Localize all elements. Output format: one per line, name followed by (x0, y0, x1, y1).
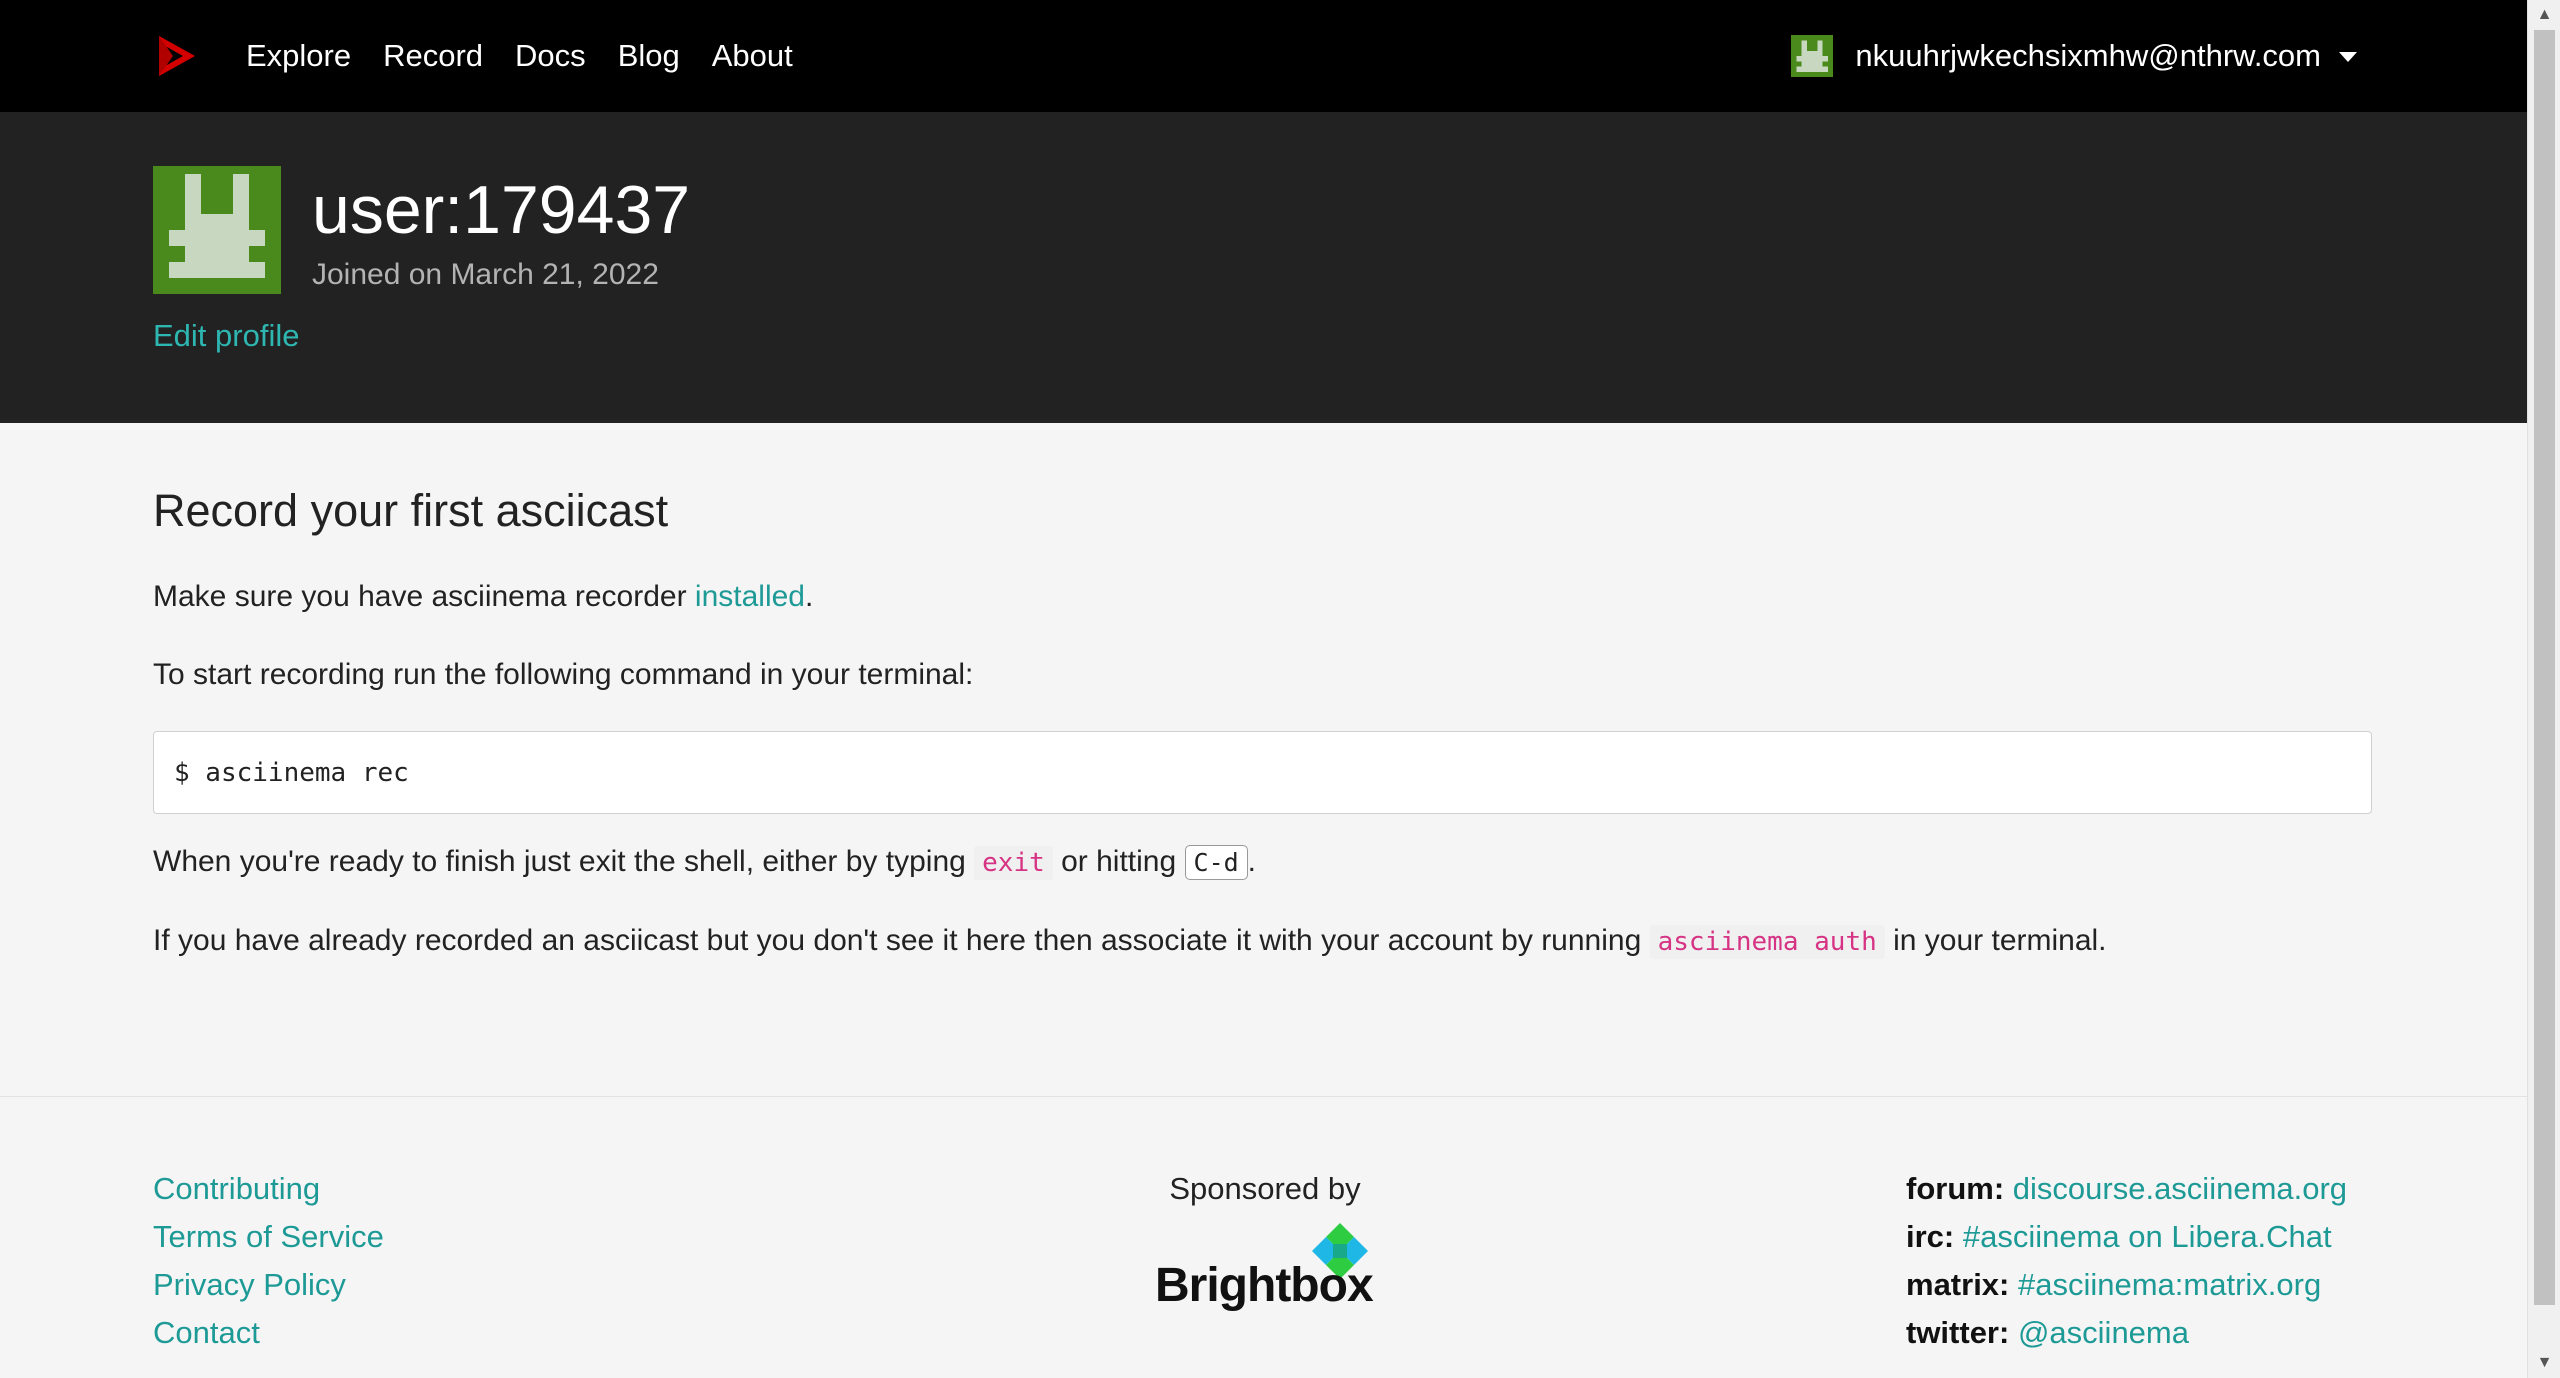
record-instructions: To start recording run the following com… (153, 658, 974, 691)
sponsored-by-label: Sponsored by (1169, 1171, 1361, 1206)
community-twitter-label: twitter: (1906, 1315, 2010, 1350)
auth-text: If you have already recorded an asciicas… (153, 924, 1650, 957)
auth-paragraph: If you have already recorded an asciicas… (153, 919, 2374, 964)
community-irc-link[interactable]: #asciinema on Libera.Chat (1963, 1219, 2332, 1254)
community-forum-label: forum: (1906, 1171, 2005, 1206)
scrollbar-thumb[interactable] (2534, 30, 2555, 1305)
community-matrix-label: matrix: (1906, 1267, 2010, 1302)
community-twitter: twitter: @asciinema (1906, 1309, 2347, 1357)
profile-username: user:179437 (312, 172, 691, 248)
finish-suffix: . (1247, 845, 1257, 878)
vertical-scrollbar[interactable]: ▲ ▼ (2527, 0, 2560, 1378)
user-avatar-small (1791, 35, 1834, 77)
top-navbar: Explore Record Docs Blog About nkuuhrjwk… (0, 0, 2527, 112)
footer-links: Contributing Terms of Service Privacy Po… (153, 1165, 384, 1357)
nav-record-link[interactable]: Record (383, 38, 483, 74)
footer-contact-link[interactable]: Contact (153, 1309, 384, 1357)
main-content: Record your first asciicast Make sure yo… (0, 423, 2527, 1097)
profile-header: user:179437 Joined on March 21, 2022 Edi… (0, 112, 2527, 423)
caret-down-icon (2339, 52, 2357, 62)
install-paragraph: Make sure you have asciinema recorder in… (153, 575, 2374, 619)
section-heading: Record your first asciicast (153, 485, 669, 536)
edit-profile-link[interactable]: Edit profile (153, 318, 299, 354)
footer-privacy-link[interactable]: Privacy Policy (153, 1261, 384, 1309)
community-forum: forum: discourse.asciinema.org (1906, 1165, 2347, 1213)
install-text: Make sure you have asciinema recorder (153, 580, 695, 613)
record-command-block: $ asciinema rec (153, 731, 2372, 814)
community-irc-label: irc: (1906, 1219, 1955, 1254)
community-forum-link[interactable]: discourse.asciinema.org (2013, 1171, 2347, 1206)
profile-joined-date: Joined on March 21, 2022 (312, 258, 659, 291)
finish-paragraph: When you're ready to finish just exit th… (153, 840, 2374, 885)
installed-link[interactable]: installed (695, 580, 805, 613)
user-menu-toggle[interactable]: nkuuhrjwkechsixmhw@nthrw.com (1791, 35, 2357, 77)
nav-left: Explore Record Docs Blog About (153, 33, 825, 79)
footer: Contributing Terms of Service Privacy Po… (0, 1097, 2527, 1378)
asciinema-logo-icon[interactable] (153, 33, 199, 79)
profile-avatar (153, 166, 281, 294)
footer-terms-link[interactable]: Terms of Service (153, 1213, 384, 1261)
community-links: forum: discourse.asciinema.org irc: #asc… (1906, 1165, 2347, 1357)
nav-blog-link[interactable]: Blog (618, 38, 680, 74)
footer-contributing-link[interactable]: Contributing (153, 1165, 384, 1213)
brightbox-logo[interactable]: Brightbox (1150, 1221, 1380, 1313)
sponsor-section: Sponsored by Brightbox (1150, 1165, 1380, 1313)
community-irc: irc: #asciinema on Libera.Chat (1906, 1213, 2347, 1261)
install-suffix: . (805, 580, 814, 613)
profile-info: user:179437 Joined on March 21, 2022 (312, 166, 690, 292)
community-twitter-link[interactable]: @asciinema (2018, 1315, 2189, 1350)
exit-code: exit (974, 846, 1053, 880)
brightbox-wordmark: Brightbox (1155, 1259, 1374, 1312)
profile-top: user:179437 Joined on March 21, 2022 (153, 166, 2374, 294)
community-matrix: matrix: #asciinema:matrix.org (1906, 1261, 2347, 1309)
page: Explore Record Docs Blog About nkuuhrjwk… (0, 0, 2527, 1378)
scroll-down-icon[interactable]: ▼ (2528, 1348, 2560, 1378)
finish-text: When you're ready to finish just exit th… (153, 845, 975, 878)
nav-docs-link[interactable]: Docs (515, 38, 586, 74)
community-matrix-link[interactable]: #asciinema:matrix.org (2018, 1267, 2321, 1302)
nav-about-link[interactable]: About (712, 38, 793, 74)
finish-middle: or hitting (1052, 845, 1185, 878)
ctrl-d-kbd: C-d (1184, 845, 1248, 880)
auth-suffix: in your terminal. (1884, 924, 2107, 957)
nav-explore-link[interactable]: Explore (246, 38, 351, 74)
scroll-up-icon[interactable]: ▲ (2528, 0, 2560, 30)
user-email: nkuuhrjwkechsixmhw@nthrw.com (1855, 38, 2321, 73)
auth-code: asciinema auth (1649, 925, 1885, 959)
